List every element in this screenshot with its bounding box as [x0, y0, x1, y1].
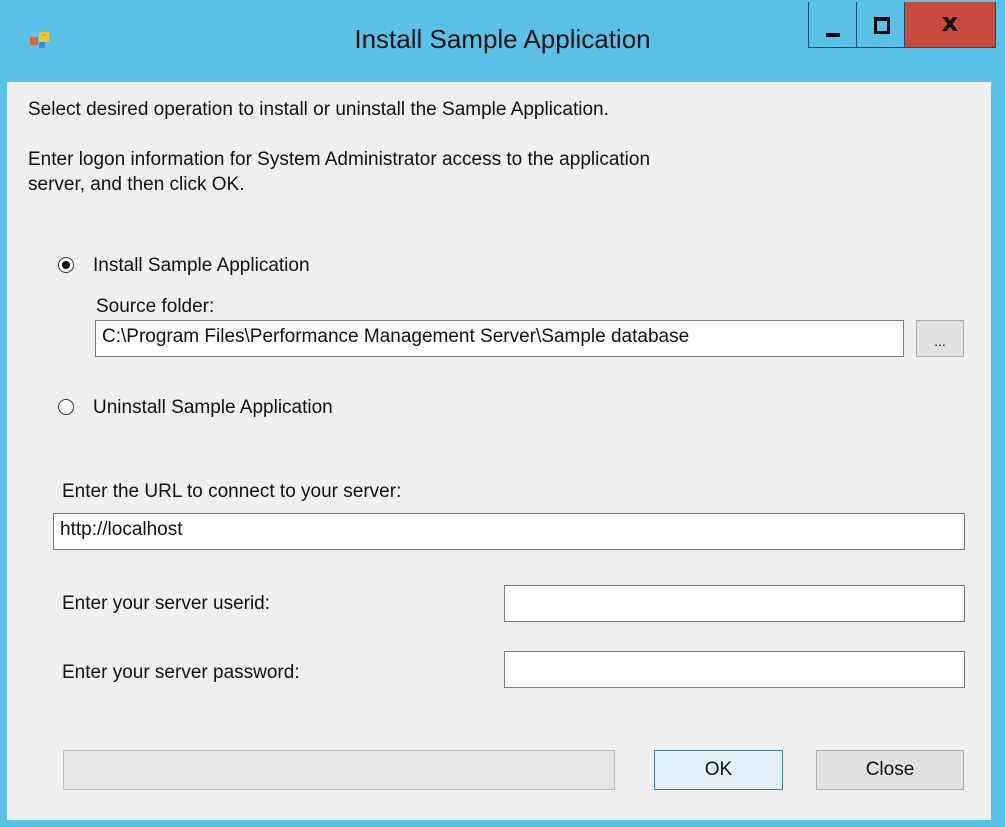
source-folder-input[interactable]: C:\Program Files\Performance Management …: [95, 320, 904, 357]
close-icon: x: [941, 8, 959, 38]
url-label: Enter the URL to connect to your server:: [62, 481, 402, 502]
instruction-text: Select desired operation to install or u…: [28, 99, 609, 120]
server-url-input[interactable]: http://localhost: [53, 513, 965, 550]
uninstall-radio-label[interactable]: Uninstall Sample Application: [93, 396, 333, 420]
userid-label: Enter your server userid:: [62, 593, 271, 614]
title-bar[interactable]: Install Sample Application x: [0, 0, 1005, 82]
logon-instruction-line1: Enter logon information for System Admin…: [28, 149, 651, 170]
password-label: Enter your server password:: [62, 662, 300, 683]
ok-button[interactable]: OK: [654, 750, 783, 790]
install-dialog: Install Sample Application x Select desi…: [0, 0, 1005, 827]
logon-instruction-line2: server, and then click OK.: [28, 174, 245, 195]
minimize-icon: [826, 33, 840, 37]
maximize-icon: [874, 17, 890, 34]
uninstall-radio[interactable]: [58, 399, 74, 415]
install-radio[interactable]: [58, 257, 74, 273]
maximize-button[interactable]: [856, 2, 904, 48]
progress-bar: [63, 750, 615, 790]
source-folder-label: Source folder:: [96, 296, 215, 317]
minimize-button[interactable]: [808, 2, 856, 48]
password-input[interactable]: [504, 651, 965, 688]
dialog-body: Select desired operation to install or u…: [7, 82, 991, 820]
browse-button[interactable]: ...: [916, 320, 964, 357]
close-button[interactable]: Close: [816, 750, 964, 790]
close-window-button[interactable]: x: [904, 2, 996, 48]
userid-input[interactable]: [504, 585, 965, 622]
install-radio-label[interactable]: Install Sample Application: [93, 254, 310, 278]
